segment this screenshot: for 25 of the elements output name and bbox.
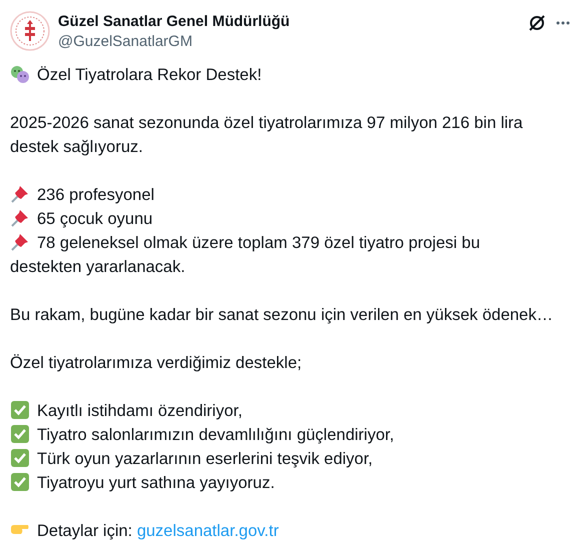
pushpin-icon bbox=[10, 232, 30, 252]
check-mark-icon bbox=[10, 424, 30, 444]
post-text: Detaylar için: guzelsanatlar.gov.tr bbox=[10, 519, 555, 541]
post-text: Kayıtlı istihdamı özendiriyor, bbox=[10, 399, 555, 423]
post-text: Bu rakam, bugüne kadar bir sanat sezonu için verilen en yüksek ödenek… bbox=[10, 305, 554, 326]
check-mark-icon bbox=[10, 448, 30, 468]
post-text: 2025-2026 sanat sezonunda özel tiyatrolarımıza 97 milyon 216 bin lira destek sağlıyoruz. bbox=[10, 113, 524, 158]
pushpin-icon bbox=[10, 208, 30, 228]
post-text: 236 profesyonel bbox=[10, 183, 555, 207]
post-text: 78 geleneksel olmak üzere toplam 379 özel tiyatro projesi bu destekten yararlanacak. bbox=[10, 231, 482, 278]
post-text: Türk oyun yazarlarının eserlerini teşvik ediyor, bbox=[10, 447, 555, 471]
post-text: Özel tiyatrolarımıza verdiğimiz destekle; bbox=[10, 353, 303, 374]
post-text: Tiyatro salonlarımızın devamlılığını güçlendiriyor, bbox=[10, 423, 555, 447]
slashed-circle-icon[interactable] bbox=[528, 14, 546, 32]
author-handle[interactable]: @GuzelSanatlarGM bbox=[58, 32, 290, 52]
post-text: 65 çocuk oyunu bbox=[10, 207, 555, 231]
avatar-emblem-icon[interactable] bbox=[10, 11, 50, 51]
post-text: Özel Tiyatrolara Rekor Destek! bbox=[10, 63, 555, 87]
post-text: Tiyatroyu yurt sathına yayıyoruz. bbox=[10, 471, 555, 495]
check-mark-icon bbox=[10, 400, 30, 420]
pushpin-icon bbox=[10, 184, 30, 204]
check-mark-icon bbox=[10, 472, 30, 492]
masks-icon bbox=[10, 64, 30, 84]
author-name[interactable]: Güzel Sanatlar Genel Müdürlüğü bbox=[58, 12, 290, 32]
more-icon[interactable] bbox=[556, 21, 570, 25]
